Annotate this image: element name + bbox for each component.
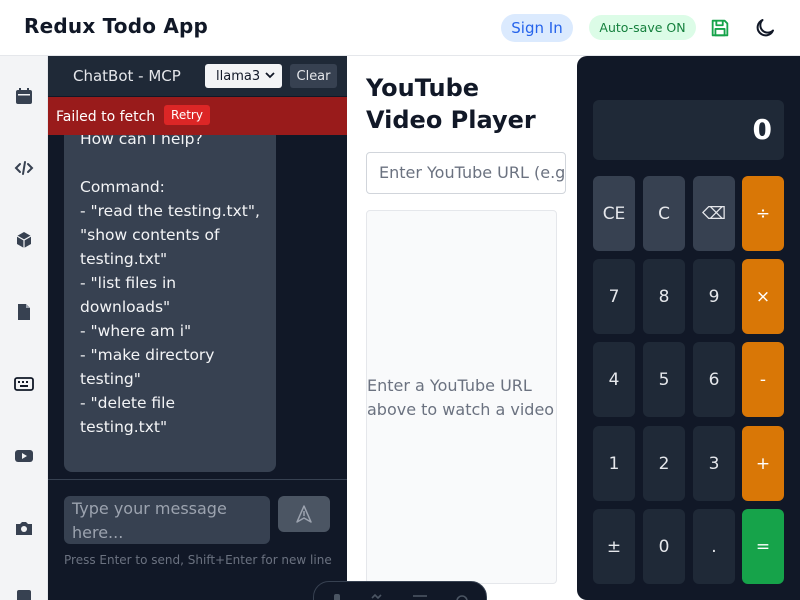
key-5[interactable]: 5 [643,342,685,417]
key-plus-minus[interactable]: ± [593,509,635,584]
key-4[interactable]: 4 [593,342,635,417]
key-multiply[interactable]: × [742,259,784,334]
youtube-url-input[interactable]: Enter YouTube URL (e.g. [366,152,566,194]
key-backspace[interactable]: ⌫ [693,176,735,251]
clear-button[interactable]: Clear [290,64,337,88]
key-subtract[interactable]: - [742,342,784,417]
key-7[interactable]: 7 [593,259,635,334]
video-empty-text: Enter a YouTube URL above to watch a vid… [367,376,555,419]
file-icon[interactable] [14,302,34,322]
key-6[interactable]: 6 [693,342,735,417]
error-message: Failed to fetch [56,109,156,125]
key-equals[interactable]: = [742,509,784,584]
dock-hand-icon[interactable] [370,592,384,600]
key-add[interactable]: + [742,426,784,501]
dock-menu-icon[interactable] [412,592,428,600]
save-icon[interactable] [709,17,731,39]
youtube-icon[interactable] [14,446,34,466]
send-icon [296,505,312,523]
keyboard-icon[interactable] [14,374,34,394]
notes-icon[interactable] [14,588,34,600]
chat-title: ChatBot - MCP [73,67,181,85]
camera-icon[interactable] [14,518,34,538]
model-select-value: llama3 [216,68,261,84]
app-header: Redux Todo App Sign In Auto-save ON [0,0,800,56]
bottom-dock [313,581,487,600]
chat-header: ChatBot - MCP llama3 Clear [48,56,347,96]
dock-tool-icon[interactable] [330,592,344,600]
calendar-icon[interactable] [14,86,34,106]
input-hint: Press Enter to send, Shift+Enter for new… [64,553,332,567]
moon-icon[interactable] [753,16,777,40]
calculator-panel: 0 CE C ⌫ ÷ 7 8 9 × 4 5 6 - 1 2 3 + ± 0 .… [577,56,800,600]
model-select[interactable]: llama3 [205,64,282,88]
sign-in-button[interactable]: Sign In [501,14,573,42]
key-clear-entry[interactable]: CE [593,176,635,251]
cube-icon[interactable] [14,230,34,250]
code-icon[interactable] [14,158,34,178]
youtube-panel: YouTube Video Player Enter YouTube URL (… [347,56,576,600]
retry-button[interactable]: Retry [164,105,210,125]
send-button[interactable] [278,496,330,532]
app-title: Redux Todo App [24,14,209,38]
dock-settings-icon[interactable] [454,592,470,600]
key-divide[interactable]: ÷ [742,176,784,251]
icon-sidebar [0,56,48,600]
video-area: Enter a YouTube URL above to watch a vid… [366,210,557,584]
error-banner: Failed to fetch Retry [48,97,347,135]
divider [48,479,347,480]
message-input[interactable]: Type your message here... [64,496,270,544]
chevron-down-icon [265,72,275,79]
key-decimal[interactable]: . [693,509,735,584]
video-title: YouTube Video Player [366,74,536,134]
calculator-display: 0 [593,100,784,160]
key-2[interactable]: 2 [643,426,685,501]
key-8[interactable]: 8 [643,259,685,334]
key-3[interactable]: 3 [693,426,735,501]
key-9[interactable]: 9 [693,259,735,334]
bot-message: How can I help? Command: - "read the tes… [64,116,276,472]
autosave-badge[interactable]: Auto-save ON [589,15,696,40]
key-0[interactable]: 0 [643,509,685,584]
key-1[interactable]: 1 [593,426,635,501]
key-clear[interactable]: C [643,176,685,251]
chatbot-panel: ChatBot - MCP llama3 Clear Failed to fet… [48,56,347,600]
